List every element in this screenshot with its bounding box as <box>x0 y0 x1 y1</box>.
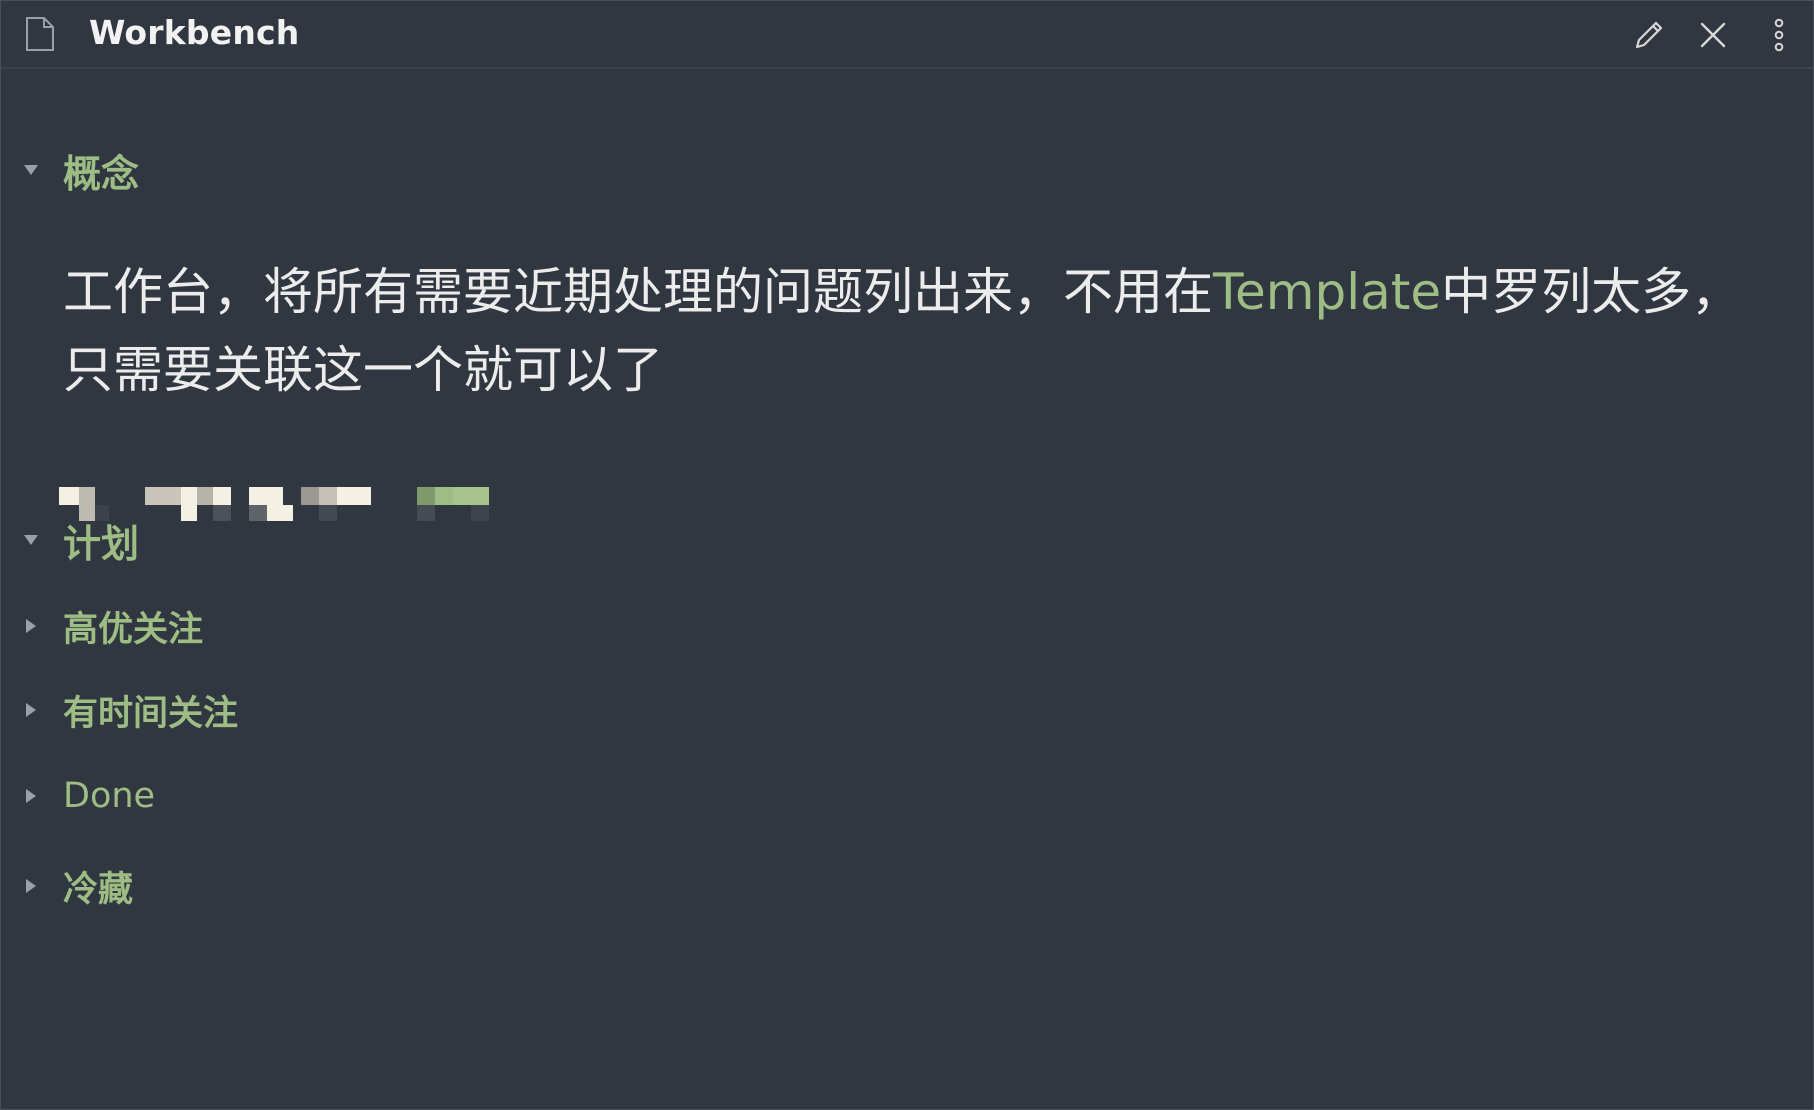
section-high-priority-label: 高优关注 <box>63 609 204 650</box>
close-button[interactable] <box>1693 15 1733 55</box>
template-link[interactable]: Template <box>1213 263 1441 321</box>
note-content: 概念 工作台，将所有需要近期处理的问题列出来，不用在Template中罗列太多，… <box>1 69 1813 1109</box>
workbench-window: Workbench 概念 工作台，将所有需要近期处理的问题列出来，不用在Temp… <box>0 0 1814 1110</box>
caret-right-icon[interactable] <box>21 700 41 720</box>
title-bar: Workbench <box>1 1 1813 69</box>
concept-text-part1: 工作台，将所有需要近期处理的问题列出来，不用在 <box>63 263 1213 321</box>
concept-paragraph: 工作台，将所有需要近期处理的问题列出来，不用在Template中罗列太多，只需要… <box>63 253 1763 409</box>
section-cold-label: 冷藏 <box>63 869 134 910</box>
section-concept-label: 概念 <box>63 151 140 196</box>
more-vertical-icon <box>1774 18 1784 52</box>
section-timed-label: 有时间关注 <box>63 693 239 734</box>
caret-right-icon[interactable] <box>21 876 41 896</box>
pencil-icon <box>1635 21 1663 49</box>
close-icon <box>1700 22 1726 48</box>
section-done-label: Done <box>63 776 156 816</box>
caret-right-icon[interactable] <box>21 786 41 806</box>
more-options-button[interactable] <box>1759 15 1799 55</box>
caret-down-icon[interactable] <box>21 160 41 180</box>
caret-down-icon[interactable] <box>21 530 41 550</box>
edit-button[interactable] <box>1629 15 1669 55</box>
section-plan-label: 计划 <box>63 521 140 566</box>
document-icon <box>25 16 55 52</box>
caret-right-icon[interactable] <box>21 616 41 636</box>
note-title: Workbench <box>89 13 300 52</box>
